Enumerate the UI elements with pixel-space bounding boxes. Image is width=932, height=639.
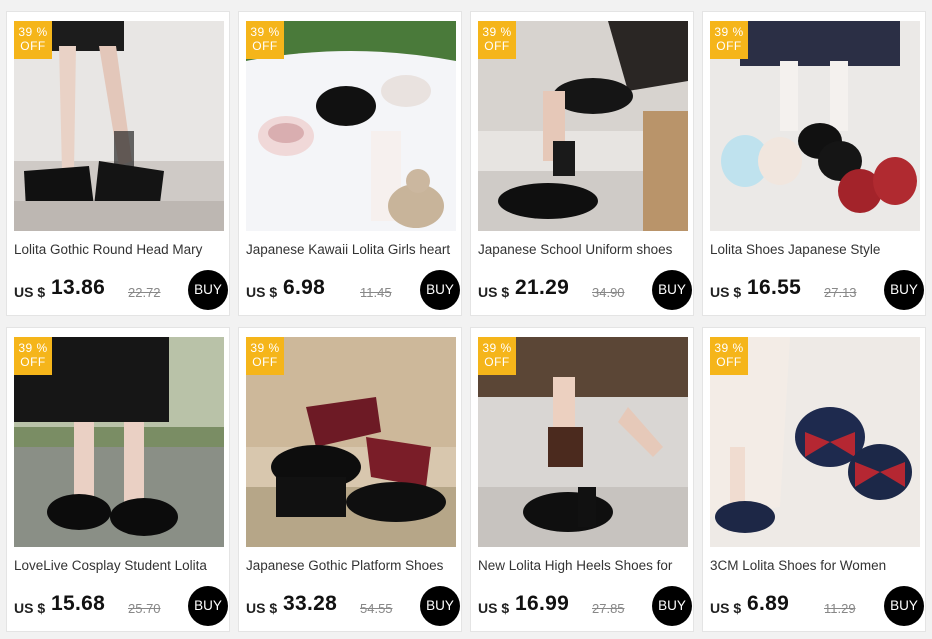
buy-button[interactable]: BUY <box>884 586 924 626</box>
product-card[interactable]: 39 % OFF 3CM Lolita Shoes for Women US $… <box>702 327 926 632</box>
buy-button[interactable]: BUY <box>652 270 692 310</box>
product-image[interactable]: 39 % OFF <box>478 21 688 231</box>
product-title[interactable]: New Lolita High Heels Shoes for <box>478 558 690 573</box>
product-card[interactable]: 39 % OFF Japanese Kawaii Lolita Girls he… <box>238 11 462 316</box>
sale-price: 13.86 <box>51 276 106 299</box>
product-grid: 39 % OFF Lolita Gothic Round Head Mary U… <box>0 0 932 639</box>
product-image[interactable]: 39 % OFF <box>14 21 224 231</box>
buy-button[interactable]: BUY <box>652 586 692 626</box>
buy-button[interactable]: BUY <box>188 270 228 310</box>
product-card[interactable]: 39 % OFF Japanese School Uniform shoes U… <box>470 11 694 316</box>
currency-label: US $ <box>710 284 742 300</box>
sale-price: 16.99 <box>515 592 570 615</box>
original-price: 22.72 <box>128 285 161 300</box>
price-row: US $ 13.86 22.72 BUY <box>14 270 228 310</box>
price-row: US $ 16.99 27.85 BUY <box>478 586 692 626</box>
product-card[interactable]: 39 % OFF LoveLive Cosplay Student Lolita… <box>6 327 230 632</box>
product-image[interactable]: 39 % OFF <box>246 337 456 547</box>
product-card[interactable]: 39 % OFF Lolita Shoes Japanese Style US … <box>702 11 926 316</box>
discount-badge: 39 % OFF <box>246 337 284 375</box>
price-row: US $ 16.55 27.13 BUY <box>710 270 924 310</box>
currency-label: US $ <box>246 600 278 616</box>
original-price: 54.55 <box>360 601 393 616</box>
original-price: 11.45 <box>360 285 392 300</box>
sale-price: 16.55 <box>747 276 802 299</box>
sale-price: 15.68 <box>51 592 106 615</box>
currency-label: US $ <box>478 600 510 616</box>
buy-button[interactable]: BUY <box>420 270 460 310</box>
currency-label: US $ <box>478 284 510 300</box>
sale-price: 33.28 <box>283 592 338 615</box>
original-price: 34.90 <box>592 285 625 300</box>
currency-label: US $ <box>14 284 46 300</box>
product-title[interactable]: Japanese Gothic Platform Shoes <box>246 558 458 573</box>
original-price: 11.29 <box>824 601 856 616</box>
price-row: US $ 33.28 54.55 BUY <box>246 586 460 626</box>
sale-price: 6.98 <box>283 276 326 299</box>
sale-price: 21.29 <box>515 276 570 299</box>
original-price: 27.13 <box>824 285 857 300</box>
price-row: US $ 21.29 34.90 BUY <box>478 270 692 310</box>
product-image[interactable]: 39 % OFF <box>710 21 920 231</box>
product-card[interactable]: 39 % OFF Lolita Gothic Round Head Mary U… <box>6 11 230 316</box>
product-image[interactable]: 39 % OFF <box>246 21 456 231</box>
discount-badge: 39 % OFF <box>14 21 52 59</box>
price-row: US $ 6.98 11.45 BUY <box>246 270 460 310</box>
currency-label: US $ <box>14 600 46 616</box>
currency-label: US $ <box>246 284 278 300</box>
buy-button[interactable]: BUY <box>188 586 228 626</box>
discount-badge: 39 % OFF <box>710 21 748 59</box>
product-card[interactable]: 39 % OFF Japanese Gothic Platform Shoes … <box>238 327 462 632</box>
price-row: US $ 6.89 11.29 BUY <box>710 586 924 626</box>
original-price: 27.85 <box>592 601 625 616</box>
product-title[interactable]: LoveLive Cosplay Student Lolita <box>14 558 226 573</box>
currency-label: US $ <box>710 600 742 616</box>
product-title[interactable]: Japanese School Uniform shoes <box>478 242 690 257</box>
discount-badge: 39 % OFF <box>246 21 284 59</box>
product-title[interactable]: Japanese Kawaii Lolita Girls heart <box>246 242 458 257</box>
product-card[interactable]: 39 % OFF New Lolita High Heels Shoes for… <box>470 327 694 632</box>
buy-button[interactable]: BUY <box>420 586 460 626</box>
product-image[interactable]: 39 % OFF <box>478 337 688 547</box>
discount-badge: 39 % OFF <box>478 337 516 375</box>
price-row: US $ 15.68 25.70 BUY <box>14 586 228 626</box>
product-title[interactable]: Lolita Shoes Japanese Style <box>710 242 922 257</box>
discount-badge: 39 % OFF <box>710 337 748 375</box>
product-image[interactable]: 39 % OFF <box>710 337 920 547</box>
original-price: 25.70 <box>128 601 161 616</box>
discount-badge: 39 % OFF <box>478 21 516 59</box>
product-title[interactable]: Lolita Gothic Round Head Mary <box>14 242 226 257</box>
product-title[interactable]: 3CM Lolita Shoes for Women <box>710 558 922 573</box>
discount-badge: 39 % OFF <box>14 337 52 375</box>
product-image[interactable]: 39 % OFF <box>14 337 224 547</box>
buy-button[interactable]: BUY <box>884 270 924 310</box>
sale-price: 6.89 <box>747 592 790 615</box>
